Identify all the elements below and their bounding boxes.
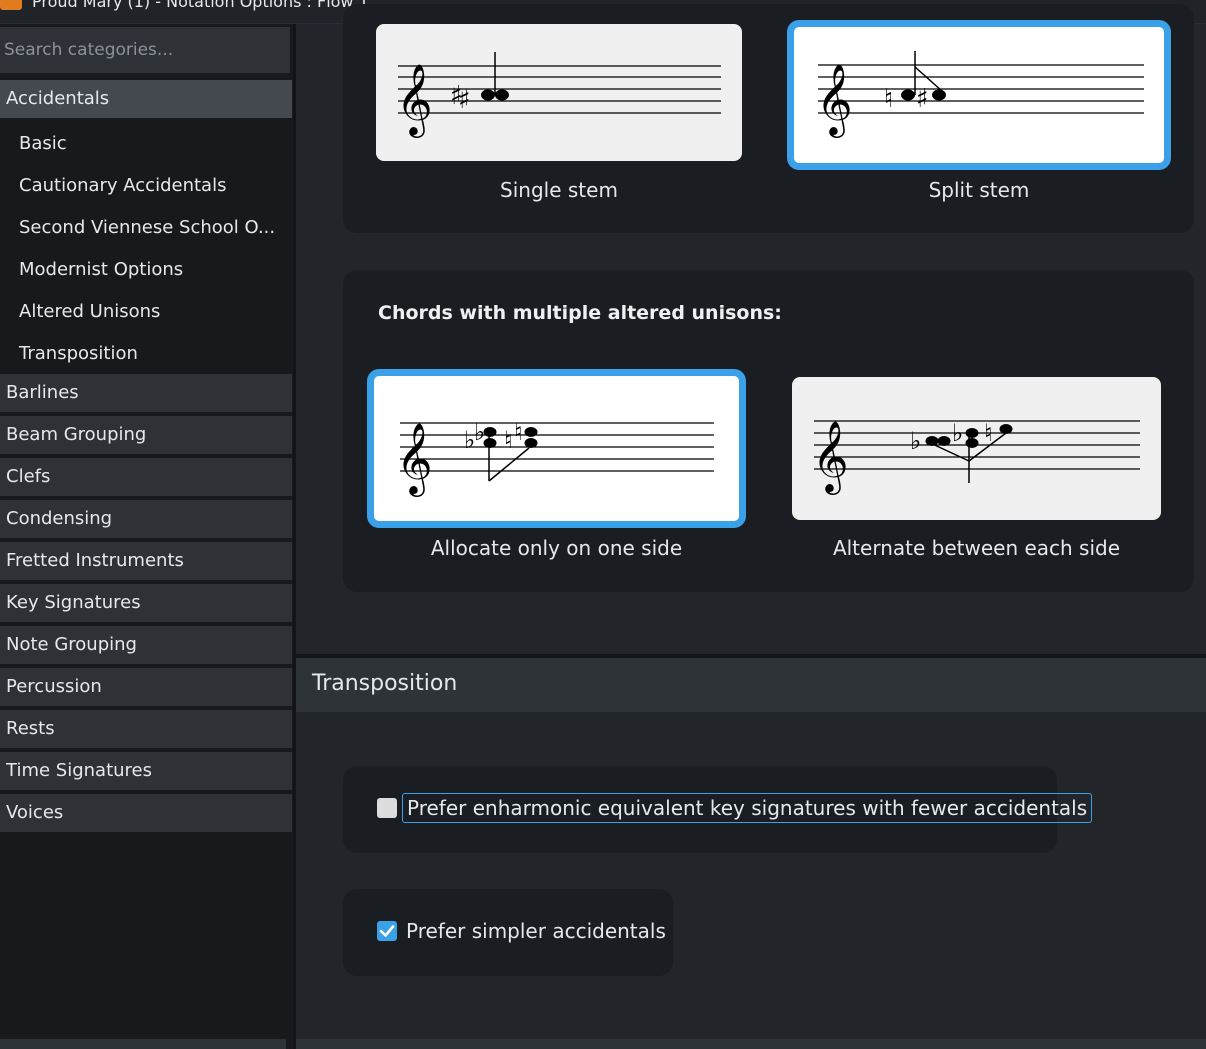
checkmark-icon — [379, 925, 395, 937]
category-sidebar: Accidentals Basic Cautionary Accidentals… — [0, 24, 293, 1049]
category-rests[interactable]: Rests — [0, 710, 292, 748]
natural-icon: ♮ — [984, 419, 993, 447]
treble-clef-icon: 𝄞 — [396, 62, 433, 138]
options-panel: 𝄞 ♯ ♯ Single stem 𝄞 ♮ ♯ Split stem Chord — [296, 4, 1206, 1049]
transposition-section-header[interactable]: Transposition — [296, 654, 1206, 712]
flat-icon: ♭ — [952, 419, 963, 447]
allocate-one-side-caption: Allocate only on one side — [430, 536, 683, 560]
category-time-signatures[interactable]: Time Signatures — [0, 752, 292, 790]
single-stem-notation: 𝄞 ♯ ♯ — [396, 52, 721, 138]
category-note-grouping[interactable]: Note Grouping — [0, 626, 292, 664]
alternate-each-side-option[interactable]: 𝄞 ♭ ♭ ♮ — [792, 377, 1161, 520]
subcategory-transposition[interactable]: Transposition — [19, 333, 138, 375]
single-stem-caption: Single stem — [500, 178, 618, 202]
category-beam-grouping[interactable]: Beam Grouping — [0, 416, 292, 454]
single-stem-option[interactable]: 𝄞 ♯ ♯ — [376, 24, 742, 161]
window-title: Proud Mary (1) - Notation Options : Flow… — [32, 0, 369, 11]
split-stem-notation: 𝄞 ♮ ♯ — [816, 51, 1144, 138]
enharmonic-key-signatures-label[interactable]: Prefer enharmonic equivalent key signatu… — [402, 793, 1093, 823]
natural-icon: ♮ — [504, 426, 513, 454]
category-accidentals[interactable]: Accidentals — [0, 80, 292, 118]
sharp-icon: ♯ — [458, 85, 471, 115]
transposition-section-title: Transposition — [312, 671, 458, 696]
treble-clef-icon: 𝄞 — [396, 421, 433, 497]
simpler-accidentals-label[interactable]: Prefer simpler accidentals — [406, 919, 666, 943]
search-categories-input[interactable] — [0, 27, 290, 73]
category-percussion[interactable]: Percussion — [0, 668, 292, 706]
subcategory-modernist-options[interactable]: Modernist Options — [19, 249, 183, 291]
category-voices[interactable]: Voices — [0, 794, 292, 832]
category-key-signatures[interactable]: Key Signatures — [0, 584, 292, 622]
category-clefs[interactable]: Clefs — [0, 458, 292, 496]
alternate-each-side-notation: 𝄞 ♭ ♭ ♮ — [812, 419, 1140, 495]
enharmonic-key-signatures-checkbox[interactable] — [377, 798, 397, 818]
allocate-one-side-option[interactable]: 𝄞 ♭ ♭ ♮ ♮ — [367, 369, 746, 528]
subcategory-cautionary-accidentals[interactable]: Cautionary Accidentals — [19, 165, 226, 207]
category-condensing[interactable]: Condensing — [0, 500, 292, 538]
natural-icon: ♮ — [514, 418, 523, 446]
allocate-one-side-notation: 𝄞 ♭ ♭ ♮ ♮ — [396, 418, 714, 497]
split-stem-caption: Split stem — [928, 178, 1030, 202]
split-stem-option[interactable]: 𝄞 ♮ ♯ — [787, 20, 1171, 170]
subcategory-altered-unisons[interactable]: Altered Unisons — [19, 291, 160, 333]
subcategory-basic[interactable]: Basic — [19, 123, 67, 165]
altered-unisons-heading: Chords with multiple altered unisons: — [378, 302, 782, 324]
alternate-each-side-caption: Alternate between each side — [832, 536, 1121, 560]
sidebar-bottom-strip — [0, 1039, 286, 1049]
main-bottom-strip — [296, 1039, 1206, 1049]
natural-icon: ♮ — [884, 84, 893, 114]
app-icon — [0, 0, 22, 10]
simpler-accidentals-checkbox[interactable] — [377, 921, 397, 941]
subcategory-second-viennese-school[interactable]: Second Viennese School O... — [19, 207, 275, 249]
sharp-icon: ♯ — [916, 84, 929, 114]
category-fretted-instruments[interactable]: Fretted Instruments — [0, 542, 292, 580]
treble-clef-icon: 𝄞 — [812, 419, 849, 495]
flat-icon: ♭ — [910, 427, 921, 455]
category-barlines[interactable]: Barlines — [0, 374, 292, 412]
treble-clef-icon: 𝄞 — [816, 62, 853, 138]
